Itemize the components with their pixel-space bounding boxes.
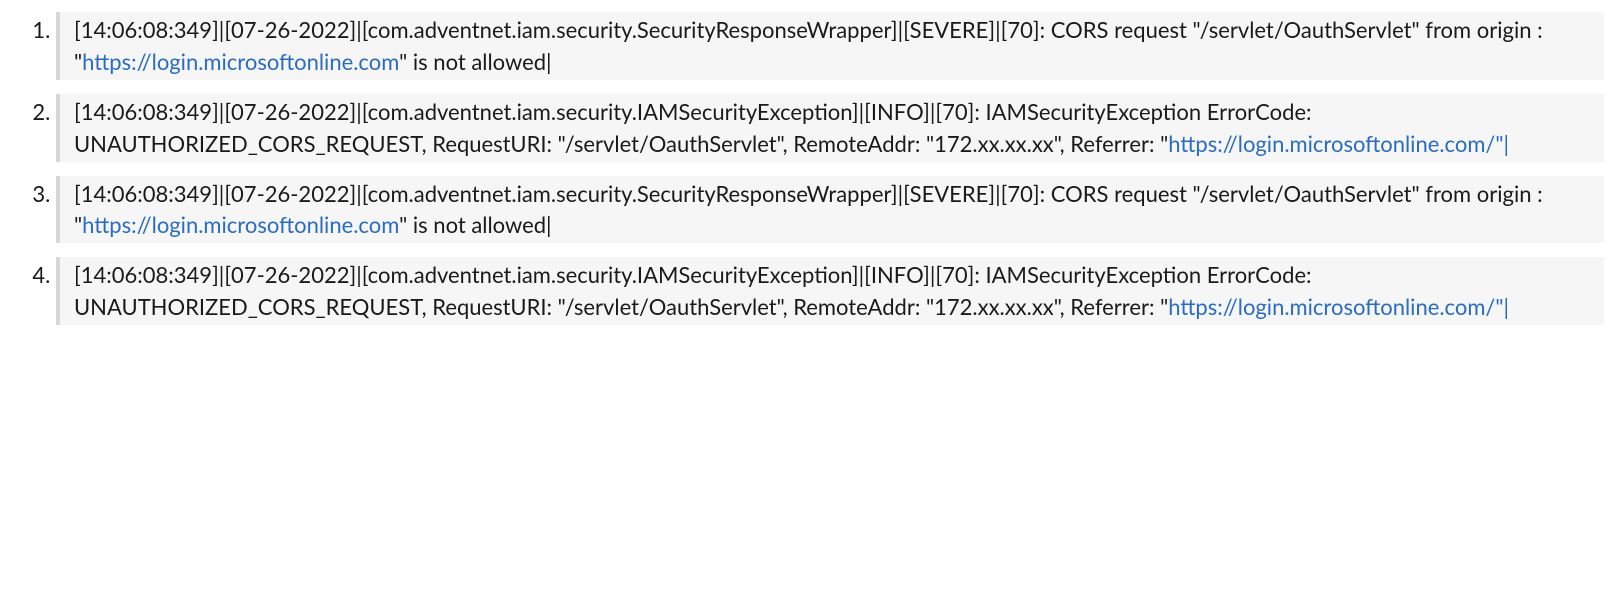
- list-item: [14:06:08:349]|[07-26-2022]|[com.adventn…: [56, 257, 1604, 325]
- log-text-post: " is not allowed|: [399, 48, 552, 75]
- log-entry: [14:06:08:349]|[07-26-2022]|[com.adventn…: [56, 94, 1604, 162]
- log-link[interactable]: https://login.microsoftonline.com/"|: [1168, 130, 1509, 157]
- log-text-post: " is not allowed|: [399, 211, 552, 238]
- log-entry: [14:06:08:349]|[07-26-2022]|[com.adventn…: [56, 257, 1604, 325]
- log-list: [14:06:08:349]|[07-26-2022]|[com.adventn…: [14, 12, 1604, 325]
- list-item: [14:06:08:349]|[07-26-2022]|[com.adventn…: [56, 12, 1604, 80]
- log-link[interactable]: https://login.microsoftonline.com/"|: [1168, 293, 1509, 320]
- log-link[interactable]: https://login.microsoftonline.com: [82, 211, 399, 238]
- list-item: [14:06:08:349]|[07-26-2022]|[com.adventn…: [56, 176, 1604, 244]
- log-entry: [14:06:08:349]|[07-26-2022]|[com.adventn…: [56, 176, 1604, 244]
- log-container: [14:06:08:349]|[07-26-2022]|[com.adventn…: [0, 0, 1622, 357]
- log-text-pre: [14:06:08:349]|[07-26-2022]|[com.adventn…: [74, 98, 1312, 157]
- log-text-pre: [14:06:08:349]|[07-26-2022]|[com.adventn…: [74, 261, 1312, 320]
- log-link[interactable]: https://login.microsoftonline.com: [82, 48, 399, 75]
- list-item: [14:06:08:349]|[07-26-2022]|[com.adventn…: [56, 94, 1604, 162]
- log-entry: [14:06:08:349]|[07-26-2022]|[com.adventn…: [56, 12, 1604, 80]
